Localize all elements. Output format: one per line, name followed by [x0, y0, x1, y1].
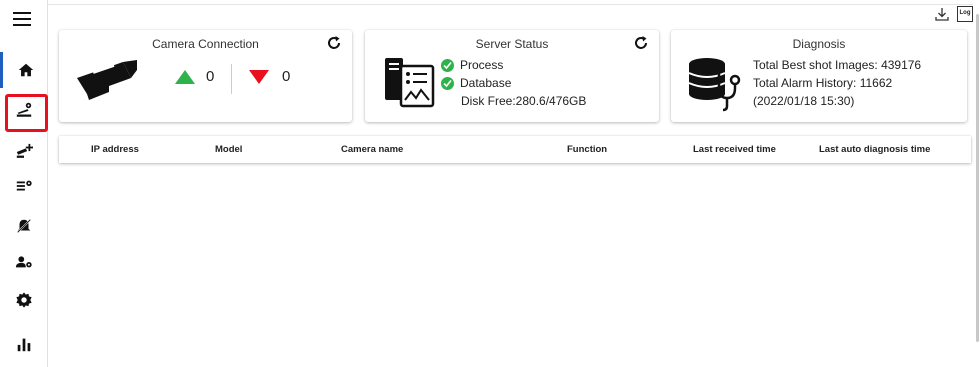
add-camera-icon	[16, 143, 33, 158]
sidebar-item-add-camera[interactable]	[0, 134, 48, 170]
process-status: Process	[441, 58, 503, 72]
sidebar-item-user-settings[interactable]	[0, 244, 48, 280]
camera-table-header: IP address Model Camera name Function La…	[59, 136, 971, 163]
bar-chart-icon	[17, 338, 31, 352]
diagnosis-date: (2022/01/18 15:30)	[753, 94, 855, 108]
sidebar-item-statistics[interactable]	[0, 326, 48, 362]
server-report-icon	[385, 58, 435, 108]
refresh-icon[interactable]	[326, 35, 342, 51]
sidebar-item-alarm[interactable]	[0, 208, 48, 244]
stat-divider	[231, 64, 232, 94]
app-root: Log Camera Connection 0 0 Server Status …	[0, 0, 980, 367]
sidebar-item-settings[interactable]	[0, 282, 48, 318]
column-function[interactable]: Function	[567, 144, 607, 155]
column-camera-name[interactable]: Camera name	[341, 144, 403, 155]
connected-count: 0	[206, 68, 215, 85]
column-last-auto-diagnosis-time[interactable]: Last auto diagnosis time	[819, 144, 930, 155]
selection-highlight	[5, 94, 48, 132]
diagnosis-card: Diagnosis Total Best shot Images: 439176…	[671, 30, 967, 122]
disconnected-count: 0	[282, 68, 291, 85]
hamburger-menu-icon[interactable]	[13, 12, 31, 28]
download-icon[interactable]	[934, 6, 950, 22]
refresh-icon[interactable]	[633, 35, 649, 51]
sidebar	[0, 0, 48, 367]
disconnected-stat: 0	[248, 68, 290, 85]
camera-icon	[77, 60, 137, 100]
card-title: Server Status	[475, 37, 549, 51]
log-button[interactable]: Log	[957, 6, 973, 22]
scrollbar-thumb[interactable]	[976, 14, 979, 342]
gear-icon	[16, 292, 32, 308]
arrow-up-icon	[175, 69, 195, 84]
check-circle-icon	[441, 76, 454, 90]
best-shot-count: Total Best shot Images: 439176	[753, 58, 922, 72]
process-label: Process	[460, 58, 504, 72]
card-title: Camera Connection	[152, 37, 259, 51]
scrollbar[interactable]	[975, 0, 980, 367]
alarm-history-count: Total Alarm History: 11662	[753, 76, 893, 90]
disk-free: Disk Free:280.6/476GB	[461, 94, 587, 108]
column-model[interactable]: Model	[215, 144, 242, 155]
sidebar-item-camera-list-settings[interactable]	[0, 168, 48, 204]
column-last-received-time[interactable]: Last received time	[693, 144, 776, 155]
sidebar-item-home[interactable]	[0, 52, 48, 88]
database-diagnosis-icon	[688, 58, 741, 112]
camera-connection-card: Camera Connection 0 0	[59, 30, 352, 122]
top-divider	[48, 4, 973, 5]
database-status: Database	[441, 76, 511, 90]
connected-stat: 0	[174, 68, 214, 85]
user-settings-icon	[15, 256, 32, 268]
alarm-icon	[17, 219, 31, 233]
camera-stats: 0 0	[59, 60, 352, 110]
home-icon	[18, 63, 33, 77]
server-status-card: Server Status Process Database Disk Free…	[365, 30, 659, 122]
column-ip-address[interactable]: IP address	[91, 144, 139, 155]
sidebar-item-camera-settings[interactable]	[0, 92, 48, 132]
arrow-down-icon	[249, 69, 269, 84]
database-label: Database	[460, 76, 512, 90]
camera-list-settings-icon	[16, 180, 32, 191]
card-title: Diagnosis	[792, 37, 846, 51]
check-circle-icon	[441, 58, 454, 72]
